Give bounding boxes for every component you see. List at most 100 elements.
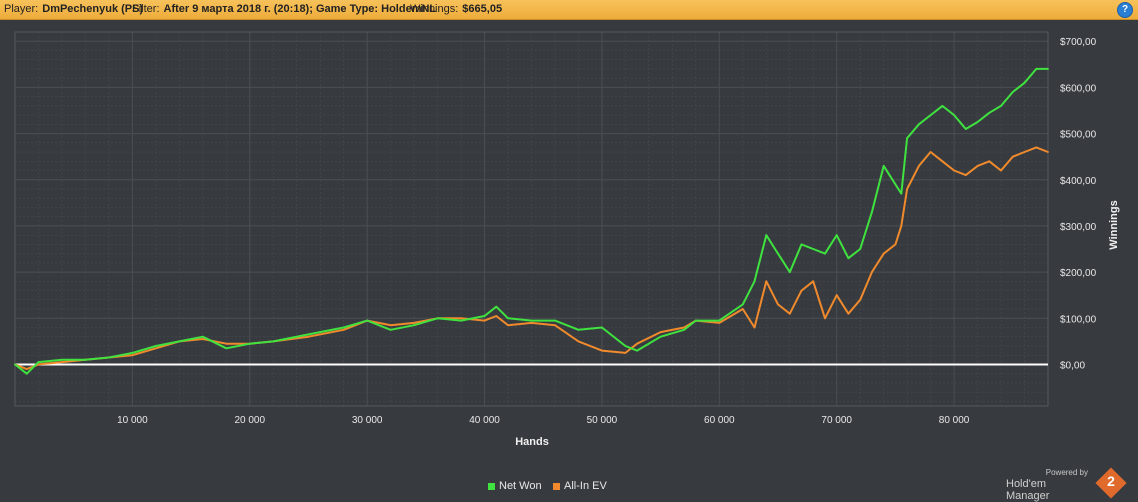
series-point-net-won xyxy=(366,319,369,322)
filter-header-bar: Player: DmPechenyuk (PS) Filter: After 9 м… xyxy=(0,0,1138,20)
player-filter[interactable]: Player: DmPechenyuk (PS) xyxy=(4,0,143,19)
series-point-all-in-ev xyxy=(847,312,850,315)
filter-label: Filter: xyxy=(132,3,160,15)
x-tick-label: 70 000 xyxy=(821,415,852,426)
series-point-net-won xyxy=(436,317,439,320)
series-point-net-won xyxy=(694,319,697,322)
series-point-net-won xyxy=(777,252,779,255)
series-point-net-won xyxy=(847,257,850,260)
legend-item-all-in-ev[interactable]: All-In EV xyxy=(553,480,607,492)
series-point-net-won xyxy=(929,114,932,117)
logo-version-number: 2 xyxy=(1107,473,1115,489)
series-point-net-won xyxy=(248,342,251,345)
series-point-net-won xyxy=(507,317,509,320)
series-point-net-won xyxy=(14,363,16,366)
help-icon[interactable]: ? xyxy=(1117,2,1133,18)
series-point-all-in-ev xyxy=(906,188,909,190)
series-point-all-in-ev xyxy=(483,319,486,322)
game-filter[interactable]: Filter: After 9 марта 2018 г. (20:18); Ga… xyxy=(132,0,436,19)
series-point-all-in-ev xyxy=(882,252,885,255)
y-tick-label: $0,00 xyxy=(1060,360,1085,371)
series-point-net-won xyxy=(577,328,580,331)
series-point-net-won xyxy=(554,319,556,322)
chart-grid xyxy=(15,31,1048,406)
series-point-all-in-ev xyxy=(1000,169,1002,172)
series-point-all-in-ev xyxy=(800,289,803,292)
series-point-all-in-ev xyxy=(718,321,721,324)
series-point-net-won xyxy=(1035,68,1038,70)
y-tick-label: $500,00 xyxy=(1060,130,1097,141)
series-point-all-in-ev xyxy=(917,165,920,167)
series-point-all-in-ev xyxy=(964,174,967,177)
y-tick-label: $700,00 xyxy=(1060,37,1097,48)
series-point-net-won xyxy=(342,326,345,329)
x-tick-label: 80 000 xyxy=(939,415,970,426)
series-point-all-in-ev xyxy=(894,243,897,246)
series-point-all-in-ev xyxy=(859,298,862,301)
series-point-all-in-ev xyxy=(953,169,955,172)
series-point-net-won xyxy=(976,121,979,123)
powered-by-text: Powered by xyxy=(1045,468,1088,477)
series-point-net-won xyxy=(835,234,838,237)
series-point-all-in-ev xyxy=(777,303,779,306)
series-point-net-won xyxy=(871,211,873,213)
series-point-all-in-ev xyxy=(788,312,791,315)
series-point-net-won xyxy=(225,347,228,350)
series-point-net-won xyxy=(753,280,756,283)
series-point-all-in-ev xyxy=(871,271,873,273)
series-point-all-in-ev xyxy=(835,294,838,297)
series-point-all-in-ev xyxy=(636,342,639,345)
series-point-all-in-ev xyxy=(1011,155,1014,158)
series-point-net-won xyxy=(800,243,803,246)
series-point-net-won xyxy=(413,324,416,327)
series-point-all-in-ev xyxy=(741,308,744,310)
series-point-net-won xyxy=(61,358,63,361)
series-point-net-won xyxy=(601,326,603,329)
series-point-net-won xyxy=(988,111,991,114)
y-tick-label: $200,00 xyxy=(1060,268,1097,279)
legend-label-net-won: Net Won xyxy=(499,480,542,492)
player-value: DmPechenyuk (PS) xyxy=(42,3,144,15)
series-point-net-won xyxy=(108,356,110,359)
player-label: Player: xyxy=(4,3,39,15)
series-point-net-won xyxy=(788,271,791,273)
series-point-net-won xyxy=(900,192,903,195)
series-point-all-in-ev xyxy=(765,280,768,283)
series-point-net-won xyxy=(683,328,686,331)
y-tick-label: $100,00 xyxy=(1060,314,1097,325)
legend-item-net-won[interactable]: Net Won xyxy=(488,480,542,492)
series-point-net-won xyxy=(882,165,885,167)
x-axis-ticks: 10 000 20 000 30 000 40 000 50 000 60 000 70 0… xyxy=(117,415,970,426)
series-point-all-in-ev xyxy=(812,280,815,283)
series-point-net-won xyxy=(530,319,533,322)
series-point-all-in-ev xyxy=(61,361,63,364)
series-point-net-won xyxy=(941,104,944,107)
series-point-net-won xyxy=(460,319,462,322)
series-point-net-won xyxy=(741,303,744,306)
series-point-net-won xyxy=(307,333,310,336)
series-point-net-won xyxy=(917,123,920,126)
series-point-net-won xyxy=(859,248,862,250)
series-point-net-won xyxy=(389,328,392,331)
series-point-net-won xyxy=(495,305,498,308)
series-point-all-in-ev xyxy=(900,225,903,227)
filter-value: After 9 марта 2018 г. (20:18); Game Type… xyxy=(163,3,437,15)
series-point-all-in-ev xyxy=(601,349,603,352)
series-point-net-won xyxy=(272,340,275,343)
series-point-all-in-ev xyxy=(413,321,416,324)
series-point-all-in-ev xyxy=(342,328,345,331)
series-point-all-in-ev xyxy=(154,347,157,350)
y-tick-label: $300,00 xyxy=(1060,222,1097,233)
series-point-all-in-ev xyxy=(307,335,310,338)
series-point-all-in-ev xyxy=(495,315,498,317)
y-tick-label: $600,00 xyxy=(1060,83,1097,94)
series-point-net-won xyxy=(812,248,815,250)
branding: Powered by Hold'em Manager 2 xyxy=(1006,467,1127,502)
x-tick-label: 10 000 xyxy=(117,415,148,426)
series-point-net-won xyxy=(131,352,134,354)
series-point-all-in-ev xyxy=(530,321,533,324)
series-point-all-in-ev xyxy=(976,165,979,167)
series-point-net-won xyxy=(154,345,157,347)
series-point-net-won xyxy=(659,335,662,338)
series-point-net-won xyxy=(1023,81,1026,84)
